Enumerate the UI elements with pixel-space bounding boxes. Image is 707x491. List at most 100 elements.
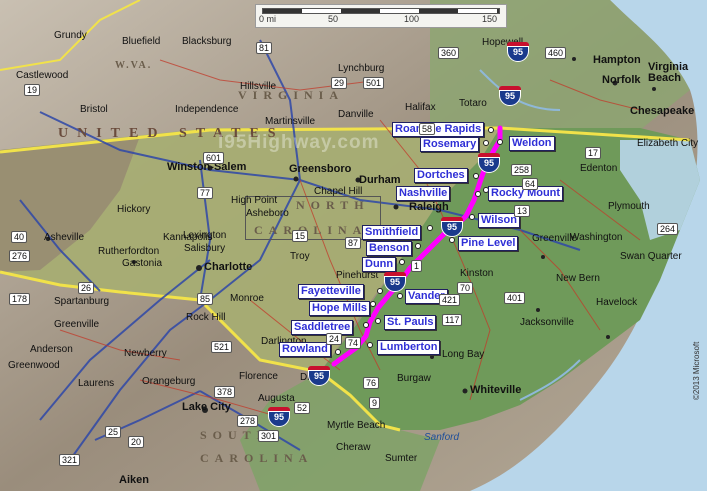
highway-marker: 460 (545, 47, 567, 59)
interstate-95-shield: 95 (384, 272, 406, 294)
city-label: Kannapolis (163, 232, 213, 243)
route-label-pine-level[interactable]: Pine Level (458, 236, 519, 251)
route-label-dortches[interactable]: Dortches (414, 168, 468, 183)
city-label: Norfolk (602, 74, 641, 86)
city-label: Troy (290, 251, 310, 262)
city-label: Bluefield (122, 36, 161, 47)
highway-marker: 264 (657, 223, 679, 235)
highway-marker: 15 (292, 230, 309, 242)
scale-tick: 100 (404, 14, 420, 24)
watermark: I95Highway.com (218, 132, 380, 153)
city-label: Hillsville (240, 81, 277, 92)
route-label-dunn[interactable]: Dunn (362, 257, 397, 272)
city-label: Asheville (44, 232, 85, 243)
city-label: New Bern (556, 273, 600, 284)
highway-marker: 52 (294, 402, 311, 414)
route-label-hope-mills[interactable]: Hope Mills (309, 301, 371, 316)
highway-marker: 278 (237, 415, 259, 427)
city-label: Laurens (78, 378, 115, 389)
city-label: Halifax (405, 102, 436, 113)
city-label: Gastonia (122, 258, 163, 269)
highway-marker: 360 (438, 47, 460, 59)
highway-marker: 58 (419, 123, 436, 135)
city-label: Chesapeake (630, 105, 695, 117)
highway-marker: 17 (585, 147, 602, 159)
highway-marker: 70 (457, 282, 474, 294)
route-label-roanoke-rapids[interactable]: Roanoke Rapids (392, 122, 485, 137)
city-label: Chapel Hill (314, 186, 363, 197)
highway-marker: 401 (504, 292, 526, 304)
city-label: Greenville (532, 233, 578, 244)
route-label-lumberton[interactable]: Lumberton (377, 340, 441, 355)
city-label: Long Bay (442, 349, 485, 360)
interstate-95-shield: 95 (268, 407, 290, 429)
highway-marker: 29 (331, 77, 348, 89)
city-label: Salisbury (184, 243, 226, 254)
city-label: Florence (239, 371, 278, 382)
route-label-rosemary[interactable]: Rosemary (420, 137, 480, 152)
city-label: Blacksburg (182, 36, 232, 47)
highway-marker: 521 (211, 341, 233, 353)
route-label-saddletree[interactable]: Saddletree (291, 320, 354, 335)
route-label-st-pauls[interactable]: St. Pauls (384, 315, 437, 330)
city-label: Myrtle Beach (327, 420, 386, 431)
highway-marker: 1 (411, 260, 423, 272)
highway-marker: 421 (439, 294, 461, 306)
highway-marker: 74 (345, 337, 362, 349)
city-label: Sumter (385, 453, 418, 464)
highway-marker: 178 (9, 293, 31, 305)
city-label: Virginia Beach (648, 61, 689, 84)
city-label: Grundy (54, 30, 87, 41)
city-label: Martinsville (265, 116, 316, 127)
highway-marker: 77 (197, 187, 214, 199)
city-label: Rutherfordton (98, 246, 160, 257)
state-label-nc-2: CAROLINA (254, 223, 368, 237)
highway-marker: 258 (511, 164, 533, 176)
city-label: Cheraw (336, 442, 371, 453)
city-label: Asheboro (246, 208, 289, 219)
city-label: Monroe (230, 293, 264, 304)
highway-marker: 9 (369, 397, 381, 409)
highway-marker: 301 (258, 430, 280, 442)
city-label: Kinston (460, 268, 494, 279)
city-label: High Point (231, 195, 278, 206)
city-label: Totaro (459, 98, 487, 109)
highway-marker: 85 (197, 293, 214, 305)
route-label-fayetteville[interactable]: Fayetteville (298, 284, 364, 299)
city-label: Whiteville (470, 384, 522, 396)
map-canvas[interactable]: 0 mi 50 100 150 UNITED STATES W.VA. VIRG… (0, 0, 707, 491)
city-label: Durham (359, 174, 401, 186)
interstate-95-shield: 95 (441, 217, 463, 239)
city-label: Aiken (119, 474, 149, 486)
city-label: Edenton (580, 163, 618, 174)
city-label: Danville (338, 109, 374, 120)
route-label-weldon[interactable]: Weldon (509, 136, 555, 151)
city-label: Burgaw (397, 373, 431, 384)
highway-marker: 87 (345, 237, 362, 249)
city-label: Elizabeth City (637, 138, 699, 149)
highway-marker: 501 (363, 77, 385, 89)
city-label: Greensboro (289, 163, 352, 175)
route-label-smithfield[interactable]: Smithfield (362, 225, 422, 240)
route-label-rowland[interactable]: Rowland (279, 342, 331, 357)
interstate-95-shield: 95 (478, 153, 500, 175)
scale-tick: 50 (328, 14, 339, 24)
highway-marker: 276 (9, 250, 31, 262)
route-label-benson[interactable]: Benson (366, 241, 413, 256)
city-label: Lynchburg (338, 63, 385, 74)
highway-marker: 64 (522, 178, 539, 190)
city-label: Swan Quarter (620, 251, 682, 262)
route-label-nashville[interactable]: Nashville (396, 186, 451, 201)
scale-tick: 0 mi (259, 14, 277, 24)
city-label: Independence (175, 104, 239, 115)
city-label: Greenville (54, 319, 100, 330)
interstate-95-shield: 95 (507, 42, 529, 64)
city-label: Hampton (593, 54, 641, 66)
highway-marker: 81 (256, 42, 273, 54)
city-label: Rock Hill (186, 312, 226, 323)
scale-bar: 0 mi 50 100 150 (255, 4, 507, 28)
city-label: Washington (570, 232, 623, 243)
highway-marker: 76 (363, 377, 380, 389)
city-label: Bristol (80, 104, 108, 115)
city-label: Augusta (258, 393, 295, 404)
